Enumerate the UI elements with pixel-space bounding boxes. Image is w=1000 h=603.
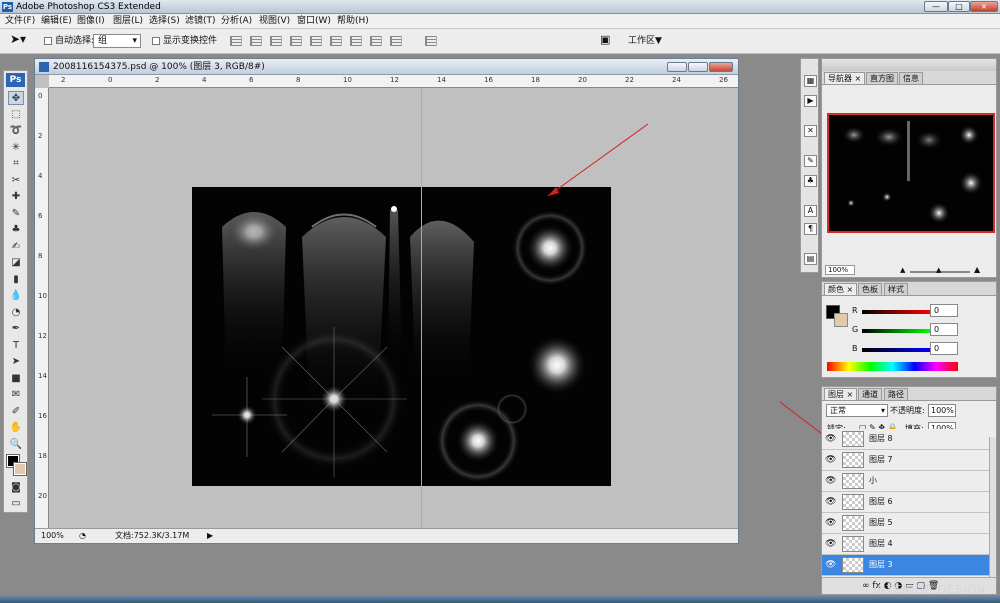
tab-layers[interactable]: 图层 × (824, 388, 858, 400)
actions-dock-icon[interactable]: ▶ (804, 95, 817, 107)
blend-mode-dropdown[interactable]: 正常 ▾ (826, 404, 888, 417)
g-slider[interactable] (862, 329, 930, 333)
color-panel: 颜色 × 色板 样式 R 0 G 0 B 0 (821, 281, 997, 378)
layer-row[interactable]: 👁 图层 7 (822, 450, 996, 471)
opacity-field[interactable]: 100% (928, 404, 956, 417)
layer-name: 图层 8 (869, 434, 893, 443)
tab-color[interactable]: 颜色 × (824, 283, 858, 295)
windows-taskbar (0, 595, 1000, 603)
r-slider[interactable] (862, 310, 930, 314)
tab-channels[interactable]: 通道 (858, 388, 882, 400)
tab-swatches[interactable]: 色板 (858, 283, 882, 295)
layers-tabs: 图层 × 通道 路径 (822, 387, 996, 401)
layer-name: 图层 5 (869, 518, 893, 527)
layer-thumbnail (842, 473, 864, 489)
tab-histogram[interactable]: 直方图 (866, 72, 898, 84)
r-value[interactable]: 0 (930, 304, 958, 317)
layer-thumbnail (842, 431, 864, 447)
layer-name: 图层 6 (869, 497, 893, 506)
character-dock-icon[interactable]: A (804, 205, 817, 217)
navigator-dock-icon[interactable]: ▦ (804, 75, 817, 87)
eye-icon[interactable]: 👁 (825, 497, 836, 507)
tab-paths[interactable]: 路径 (884, 388, 908, 400)
brushes-dock-icon[interactable]: ✎ (804, 155, 817, 167)
blend-mode-value: 正常 (830, 406, 846, 415)
navigator-tabs: 导航器 × 直方图 信息 (822, 71, 996, 85)
layer-thumbnail (842, 452, 864, 468)
tab-styles[interactable]: 样式 (884, 283, 908, 295)
layer-name: 小 (869, 476, 877, 485)
layers-panel: 图层 × 通道 路径 正常▾ 不透明度: 100% 锁定: ▢ ✎ ✥ 🔒 填充… (821, 386, 997, 595)
layer-row[interactable]: 👁 图层 5 (822, 513, 996, 534)
color-bg-swatch[interactable] (834, 313, 848, 327)
tab-info[interactable]: 信息 (899, 72, 923, 84)
navigator-preview-image (842, 121, 983, 224)
layer-name: 图层 7 (869, 455, 893, 464)
layer-name: 图层 4 (869, 539, 893, 548)
layer-row[interactable]: 👁 小 (822, 471, 996, 492)
layers-scrollbar[interactable] (989, 437, 996, 577)
zoom-slider-thumb-icon[interactable]: ▲ (936, 266, 941, 274)
color-tabs: 颜色 × 色板 样式 (822, 282, 996, 296)
color-spectrum-bar[interactable] (827, 362, 958, 371)
tab-navigator[interactable]: 导航器 × (824, 72, 866, 84)
layer-thumbnail (842, 515, 864, 531)
paragraph-dock-icon[interactable]: ¶ (804, 223, 817, 235)
layer-comps-dock-icon[interactable]: ▤ (804, 253, 817, 265)
arrow-line-1 (547, 123, 649, 197)
r-label: R (852, 306, 858, 315)
g-label: G (852, 325, 859, 334)
layers-list: 👁 图层 8 👁 图层 7 👁 小 👁 图层 6 👁 图层 5 👁 图层 4 👁 图层 3 (822, 429, 996, 577)
eye-icon[interactable]: 👁 (825, 560, 836, 570)
navigator-thumbnail[interactable] (827, 113, 995, 233)
arrow-head-1 (548, 187, 559, 196)
layer-name: 图层 3 (869, 560, 893, 569)
eye-icon[interactable]: 👁 (825, 455, 836, 465)
chevron-down-icon: ▾ (880, 406, 885, 415)
layer-thumbnail (842, 494, 864, 510)
layer-row[interactable]: 👁 图层 8 (822, 429, 996, 450)
opacity-label: 不透明度: (890, 406, 925, 415)
eye-icon[interactable]: 👁 (825, 518, 836, 528)
navigator-panel: 导航器 × 直方图 信息 100% ▲ ▲ ▲ (821, 58, 997, 278)
clone-source-dock-icon[interactable]: ♣ (804, 175, 817, 187)
layer-row-selected[interactable]: 👁 图层 3 (822, 555, 996, 576)
tools-dock-icon[interactable]: ✕ (804, 125, 817, 137)
layer-thumbnail (842, 557, 864, 573)
layer-row[interactable]: 👁 图层 6 (822, 492, 996, 513)
panel-dock: ▦ ▶ ✕ ✎ ♣ A ¶ ▤ (800, 58, 819, 273)
b-slider[interactable] (862, 348, 930, 352)
eye-icon[interactable]: 👁 (825, 476, 836, 486)
navigator-zoom-field[interactable]: 100% (825, 265, 855, 275)
b-label: B (852, 344, 858, 353)
zoom-out-icon[interactable]: ▲ (900, 266, 905, 274)
layer-thumbnail (842, 536, 864, 552)
layer-row[interactable]: 👁 图层 4 (822, 534, 996, 555)
panel-header[interactable] (822, 59, 996, 71)
zoom-in-icon[interactable]: ▲ (974, 265, 980, 274)
eye-icon[interactable]: 👁 (825, 434, 836, 444)
g-value[interactable]: 0 (930, 323, 958, 336)
b-value[interactable]: 0 (930, 342, 958, 355)
eye-icon[interactable]: 👁 (825, 539, 836, 549)
